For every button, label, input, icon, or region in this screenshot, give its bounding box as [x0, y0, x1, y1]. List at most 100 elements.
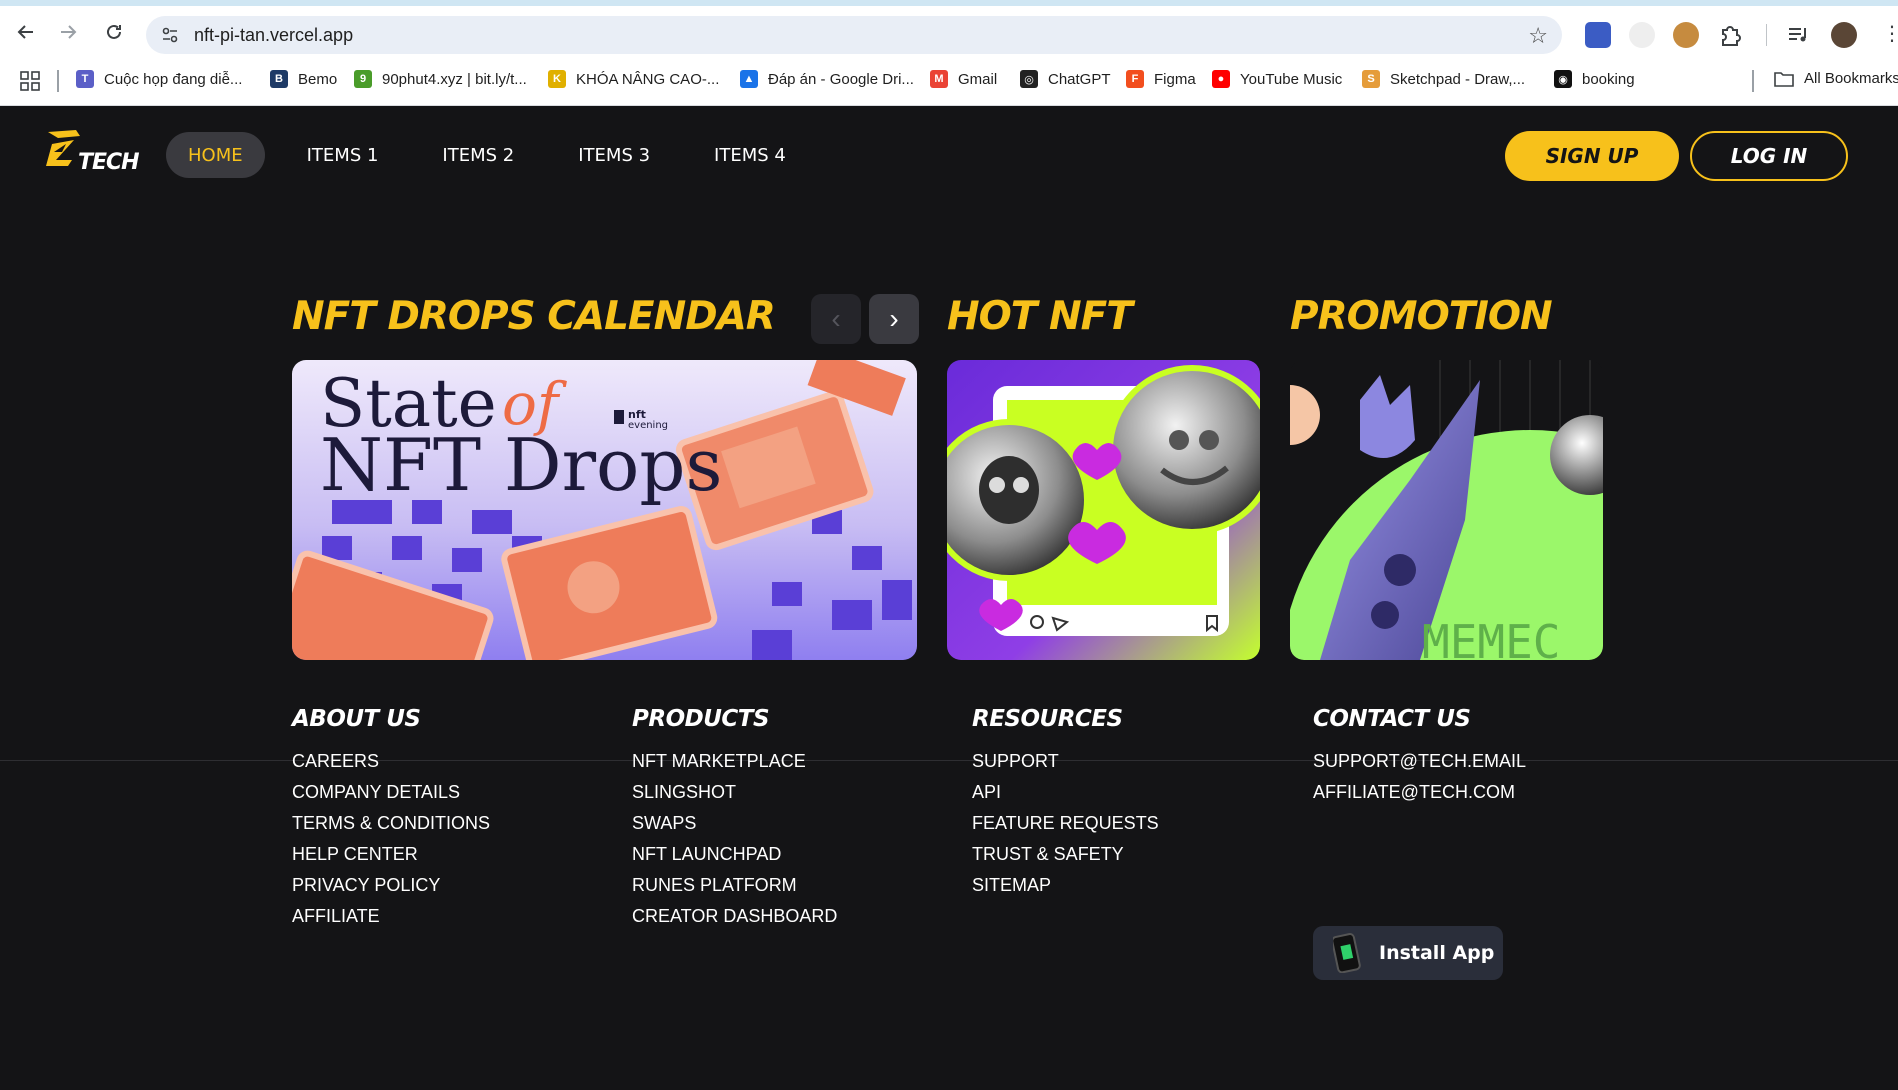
bookmarks-bar: T Cuộc họp đang diễ... B Bemo 9 90phut4.xyz |…	[0, 56, 1898, 106]
bookmark-item[interactable]: T Cuộc họp đang diễ...	[76, 70, 242, 88]
bookmark-item[interactable]: M Gmail	[930, 70, 997, 88]
footer-link-privacy[interactable]: PRIVACY POLICY	[292, 870, 490, 901]
bookmark-label: Gmail	[958, 70, 998, 88]
footer-link-runes-platform[interactable]: RUNES PLATFORM	[632, 870, 837, 901]
footer-link-swaps[interactable]: SWAPS	[632, 808, 837, 839]
hot-nft-artwork	[947, 360, 1260, 660]
site-info-icon[interactable]	[160, 25, 180, 45]
phone-app-icon	[1333, 933, 1361, 973]
bookmark-label: Figma	[1154, 70, 1196, 88]
extensions-puzzle-icon[interactable]	[1717, 22, 1743, 48]
footer-link-sitemap[interactable]: SITEMAP	[972, 870, 1159, 901]
bookmark-label: Cuộc họp đang diễ...	[104, 70, 243, 88]
footer-contact: CONTACT US SUPPORT@TECH.EMAIL AFFILIATE@…	[1313, 706, 1526, 808]
bookmark-label: Bemo	[298, 70, 338, 88]
bookmark-item[interactable]: B Bemo	[270, 70, 337, 88]
install-app-label: Install App	[1379, 942, 1495, 964]
browser-toolbar: nft-pi-tan.vercel.app ☆ ⋮	[0, 6, 1898, 56]
main-nav: HOME ITEMS 1 ITEMS 2 ITEMS 3 ITEMS 4	[166, 132, 828, 178]
bookmark-label: Đáp án - Google Dri...	[768, 70, 914, 88]
bookmark-star-icon[interactable]: ☆	[1528, 23, 1548, 49]
browser-menu-icon[interactable]: ⋮	[1882, 24, 1898, 44]
bookmark-item[interactable]: F Figma	[1126, 70, 1196, 88]
bookmark-item[interactable]: ● YouTube Music	[1212, 70, 1342, 88]
install-app-button[interactable]: Install App	[1313, 926, 1503, 980]
all-bookmarks-folder[interactable]: All Bookmarks	[1774, 70, 1898, 87]
bookmark-item[interactable]: ◉ booking	[1554, 70, 1635, 88]
footer-link-api[interactable]: API	[972, 777, 1159, 808]
nav-home[interactable]: HOME	[166, 132, 265, 178]
promotion-title: PROMOTION	[1290, 294, 1553, 339]
footer-link-slingshot[interactable]: SLINGSHOT	[632, 777, 837, 808]
promotion-artwork: MEMEC	[1290, 360, 1603, 660]
footer-link-feature-requests[interactable]: FEATURE REQUESTS	[972, 808, 1159, 839]
footer-link-company-details[interactable]: COMPANY DETAILS	[292, 777, 490, 808]
log-in-button[interactable]: LOG IN	[1690, 131, 1848, 181]
promotion-card[interactable]: MEMEC	[1290, 360, 1603, 660]
reload-icon[interactable]	[102, 20, 126, 44]
bookmark-label: KHÓA NÂNG CAO-...	[576, 70, 720, 88]
translate-extension-icon[interactable]	[1585, 22, 1611, 48]
nft-drops-card[interactable]: State of NFT Drops nft evening	[292, 360, 917, 660]
profile-avatar-icon[interactable]	[1831, 22, 1857, 48]
footer-link-support[interactable]: SUPPORT	[972, 746, 1159, 777]
memecoin-text: MEMEC	[1422, 615, 1560, 660]
figma-icon: F	[1126, 70, 1144, 88]
carousel-prev-button[interactable]: ‹	[811, 294, 861, 344]
nav-items-4[interactable]: ITEMS 4	[692, 132, 808, 178]
youtube-music-icon: ●	[1212, 70, 1230, 88]
footer-link-affiliate[interactable]: AFFILIATE	[292, 901, 490, 932]
bookmark-item[interactable]: S Sketchpad - Draw,...	[1362, 70, 1525, 88]
card-brand-bottom-text: evening	[628, 420, 668, 431]
panda-extension-icon[interactable]	[1629, 22, 1655, 48]
nav-items-2[interactable]: ITEMS 2	[420, 132, 536, 178]
footer-contact-title: CONTACT US	[1313, 706, 1471, 732]
bookmark-label: booking	[1582, 70, 1635, 88]
nft-drops-artwork: State of NFT Drops nft evening	[292, 360, 917, 660]
bemo-icon: B	[270, 70, 288, 88]
carousel-next-button[interactable]: ›	[869, 294, 919, 344]
nav-items-3[interactable]: ITEMS 3	[556, 132, 672, 178]
footer-link-support-email[interactable]: SUPPORT@TECH.EMAIL	[1313, 746, 1526, 777]
footer-divider	[0, 760, 1898, 761]
nav-items-1[interactable]: ITEMS 1	[285, 132, 401, 178]
bookmark-item[interactable]: ▲ Đáp án - Google Dri...	[740, 70, 914, 88]
bookmark-item[interactable]: ◎ ChatGPT	[1020, 70, 1111, 88]
course-icon: K	[548, 70, 566, 88]
forward-icon[interactable]	[56, 20, 80, 44]
footer-link-help-center[interactable]: HELP CENTER	[292, 839, 490, 870]
bookmark-item[interactable]: K KHÓA NÂNG CAO-...	[548, 70, 719, 88]
chevron-right-icon: ›	[889, 303, 899, 334]
bookmark-item[interactable]: 9 90phut4.xyz | bit.ly/t...	[354, 70, 527, 88]
github-icon: ◉	[1554, 70, 1572, 88]
media-control-icon[interactable]	[1785, 22, 1811, 48]
bookmark-label: YouTube Music	[1240, 70, 1343, 88]
footer-link-careers[interactable]: CAREERS	[292, 746, 490, 777]
address-bar[interactable]: nft-pi-tan.vercel.app ☆	[146, 16, 1562, 54]
footer-link-nft-launchpad[interactable]: NFT LAUNCHPAD	[632, 839, 837, 870]
sign-up-button[interactable]: SIGN UP	[1505, 131, 1679, 181]
footer-link-trust-safety[interactable]: TRUST & SAFETY	[972, 839, 1159, 870]
website: TECH HOME ITEMS 1 ITEMS 2 ITEMS 3 ITEMS …	[0, 106, 1898, 1090]
footer-link-creator-dashboard[interactable]: CREATOR DASHBOARD	[632, 901, 837, 932]
footer-link-terms[interactable]: TERMS & CONDITIONS	[292, 808, 490, 839]
bookmark-label: 90phut4.xyz | bit.ly/t...	[382, 70, 527, 88]
teams-icon: T	[76, 70, 94, 88]
hot-nft-title: HOT NFT	[947, 294, 1133, 339]
bookmarks-divider	[1752, 70, 1754, 92]
logo-text: TECH	[78, 150, 140, 175]
hot-nft-card[interactable]	[947, 360, 1260, 660]
nft-drops-calendar-title: NFT DROPS CALENDAR	[292, 294, 776, 339]
apps-grid-icon[interactable]	[20, 71, 40, 96]
footer-link-nft-marketplace[interactable]: NFT MARKETPLACE	[632, 746, 837, 777]
footer-link-affiliate-email[interactable]: AFFILIATE@TECH.COM	[1313, 777, 1526, 808]
url-text[interactable]: nft-pi-tan.vercel.app	[194, 25, 353, 46]
footer-products: PRODUCTS NFT MARKETPLACE SLINGSHOT SWAPS…	[632, 706, 837, 932]
sketchpad-icon: S	[1362, 70, 1380, 88]
back-icon[interactable]	[14, 20, 38, 44]
folder-icon	[1774, 71, 1794, 87]
toolbar-divider	[1766, 24, 1767, 46]
site-logo[interactable]: TECH	[44, 126, 140, 182]
bookmark-label: ChatGPT	[1048, 70, 1111, 88]
cookie-extension-icon[interactable]	[1673, 22, 1699, 48]
